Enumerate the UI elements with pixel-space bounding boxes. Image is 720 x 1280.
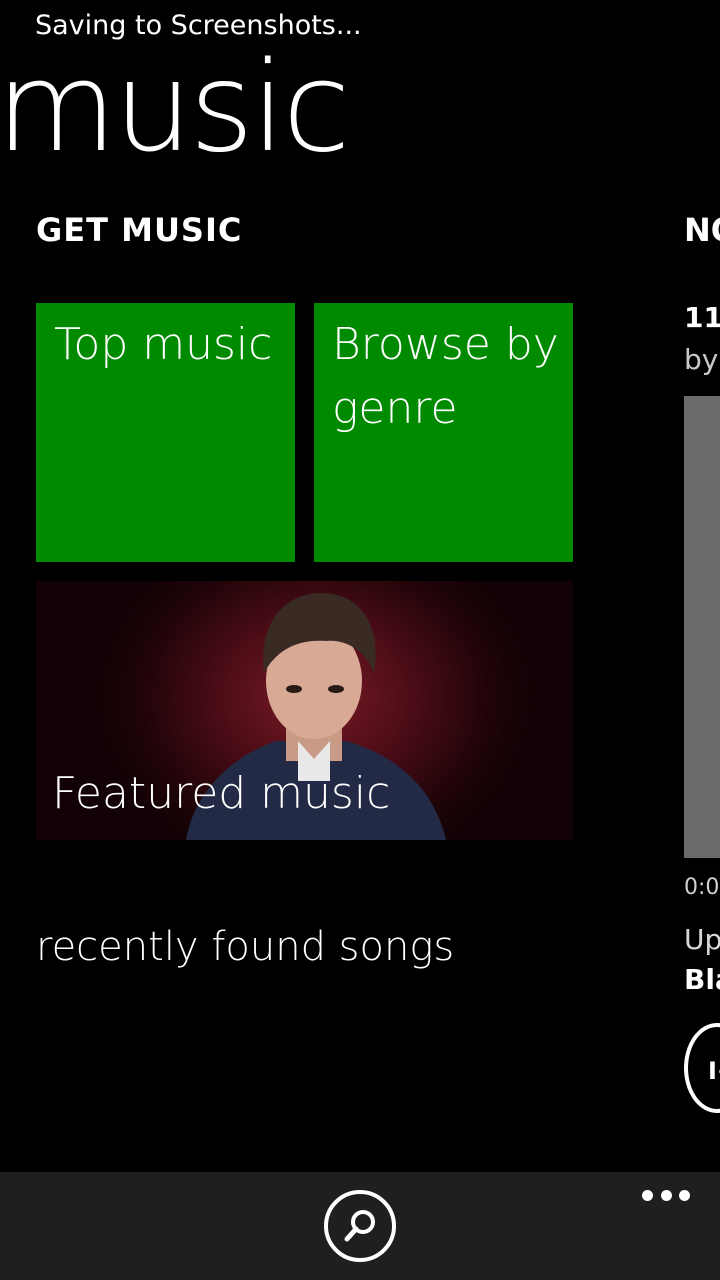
section-header-get-music: GET MUSIC	[36, 211, 243, 249]
more-icon	[642, 1189, 653, 1201]
app-bar	[0, 1172, 720, 1280]
browse-by-genre-label: Browse by genre	[332, 319, 559, 434]
now-playing-header: NO	[684, 211, 720, 249]
recently-found-songs-link[interactable]: recently found songs	[36, 920, 454, 974]
top-music-label: Top music	[54, 319, 273, 370]
browse-by-genre-tile[interactable]: Browse by genre	[314, 303, 573, 562]
top-music-tile[interactable]: Top music	[36, 303, 295, 562]
search-icon	[344, 1210, 375, 1242]
previous-track-button[interactable]: I<	[684, 1023, 720, 1113]
more-icon	[660, 1189, 672, 1201]
featured-music-label: Featured music	[52, 768, 391, 819]
more-icon	[679, 1189, 690, 1201]
featured-music-tile[interactable]: Featured music	[36, 581, 573, 840]
more-options-button[interactable]	[636, 1180, 696, 1210]
app-title: music	[0, 36, 351, 180]
previous-icon: I<	[708, 1057, 720, 1085]
album-art	[684, 396, 720, 858]
now-playing-panel-peek[interactable]: NO 11t by 0:00 Up Bla I<	[684, 0, 720, 1170]
search-button[interactable]	[324, 1190, 396, 1262]
up-next-label: Up	[684, 923, 720, 956]
now-playing-artist: by	[684, 343, 719, 376]
now-playing-track: 11t	[684, 301, 720, 334]
up-next-title: Bla	[684, 963, 720, 996]
playback-time: 0:00	[684, 875, 720, 900]
